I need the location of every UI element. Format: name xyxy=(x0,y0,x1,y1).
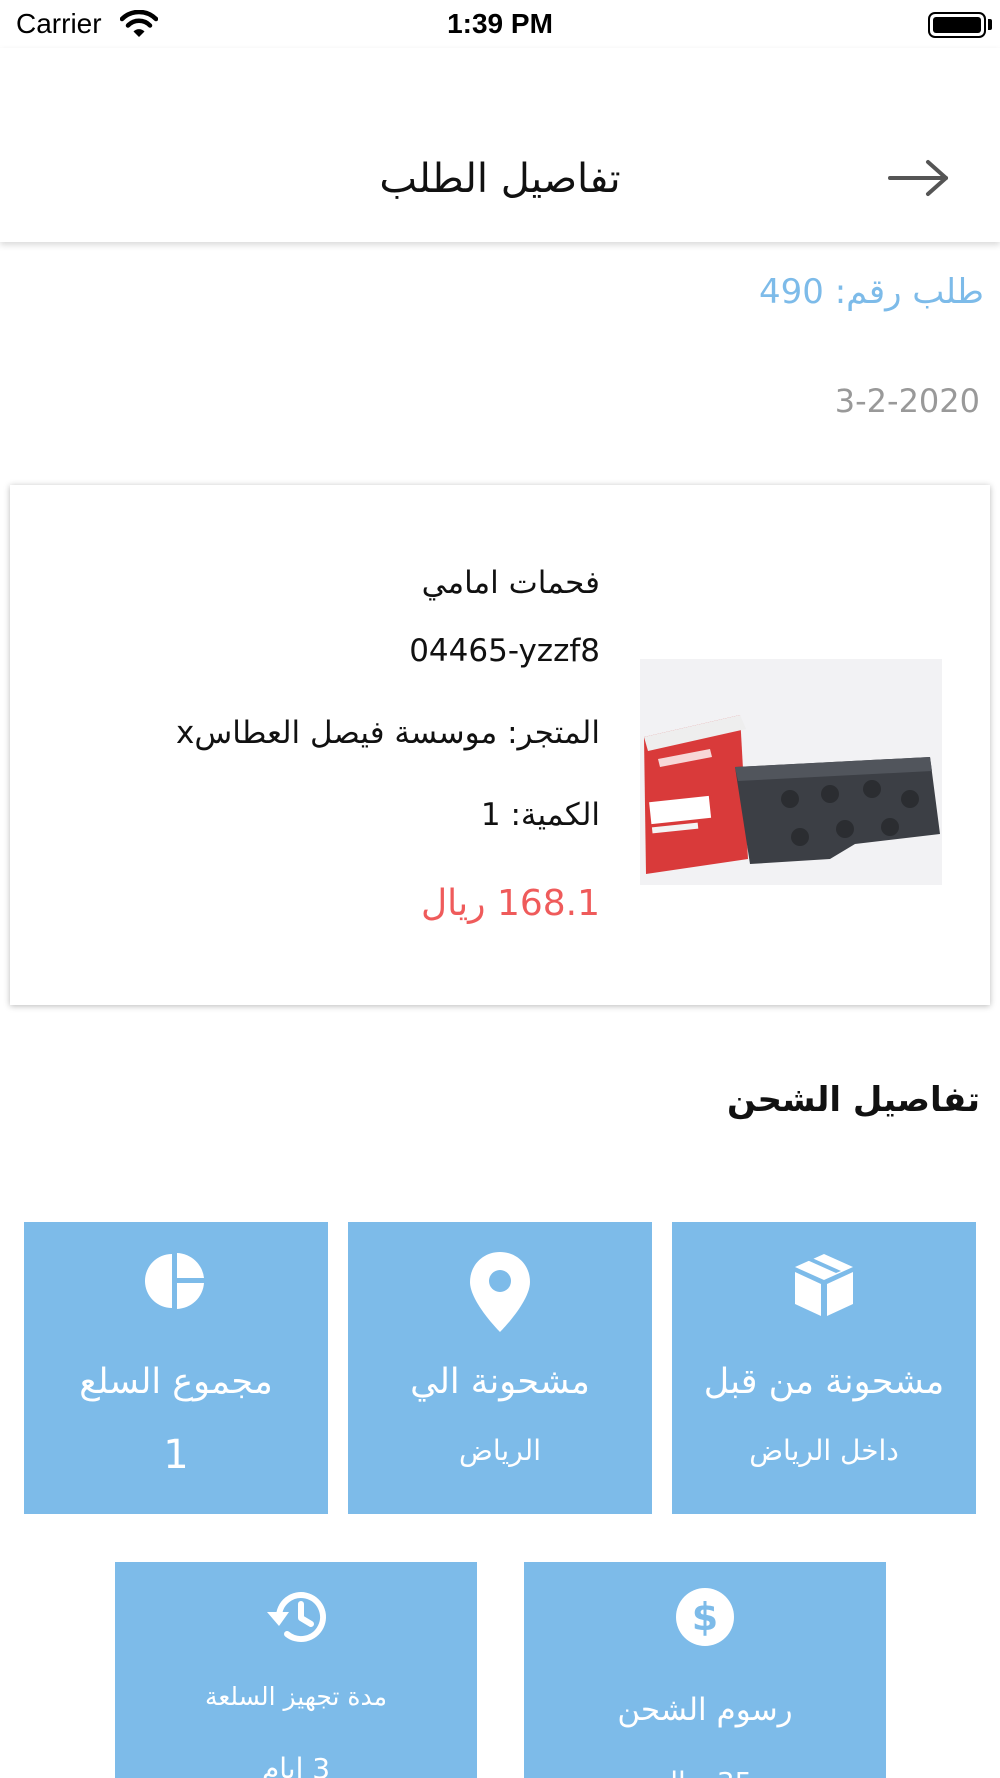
tile-label: مجموع السلع xyxy=(79,1362,273,1402)
shipping-section-title: تفاصيل الشحن xyxy=(726,1080,980,1120)
tile-shipped-by: مشحونة من قبل داخل الرياض xyxy=(672,1222,976,1514)
tile-value: 3 ايام xyxy=(261,1752,331,1778)
tile-label: مشحونة الي xyxy=(410,1362,590,1402)
tile-preparation-time: مدة تجهيز السلعة 3 ايام xyxy=(115,1562,477,1778)
box-icon xyxy=(672,1252,976,1318)
tile-value: 35 ريال xyxy=(524,1766,886,1778)
tile-label: مشحونة من قبل xyxy=(703,1362,945,1402)
map-pin-icon xyxy=(348,1250,652,1334)
svg-text:$: $ xyxy=(692,1595,718,1639)
product-quantity: الكمية: 1 xyxy=(480,797,600,833)
tile-value: داخل الرياض xyxy=(749,1434,899,1467)
tile-value: 1 xyxy=(163,1432,189,1478)
dollar-icon: $ xyxy=(524,1586,886,1648)
product-store: المتجر: موسسة فيصل العطاسx xyxy=(176,715,600,751)
tile-label: رسوم الشحن xyxy=(617,1692,793,1728)
order-number: طلب رقم: 490 xyxy=(759,272,984,312)
battery-icon xyxy=(928,12,986,38)
product-code: 04465-yzzf8 xyxy=(409,633,600,669)
product-name: فحمات امامي xyxy=(421,565,600,601)
product-price: 168.1 ريال xyxy=(420,883,600,924)
history-icon xyxy=(115,1588,477,1646)
arrow-right-icon[interactable] xyxy=(888,158,950,202)
product-image xyxy=(640,659,942,885)
product-card[interactable]: فحمات امامي 04465-yzzf8 المتجر: موسسة في… xyxy=(10,485,990,1005)
tile-shipping-fee: $ رسوم الشحن 35 ريال xyxy=(524,1562,886,1778)
navigation-header: تفاصيل الطلب xyxy=(0,48,1000,242)
pie-chart-icon xyxy=(24,1250,328,1312)
brake-pads-photo xyxy=(640,659,942,885)
battery-cap xyxy=(988,19,992,30)
tile-items-total: مجموع السلع 1 xyxy=(24,1222,328,1514)
tile-label: مدة تجهيز السلعة xyxy=(204,1682,388,1711)
tile-value: الرياض xyxy=(459,1434,541,1467)
page-title: تفاصيل الطلب xyxy=(379,156,621,202)
tile-shipped-to: مشحونة الي الرياض xyxy=(348,1222,652,1514)
clock: 1:39 PM xyxy=(447,8,553,39)
order-date: 3-2-2020 xyxy=(834,382,980,420)
status-bar: Carrier 1:39 PM xyxy=(0,0,1000,48)
